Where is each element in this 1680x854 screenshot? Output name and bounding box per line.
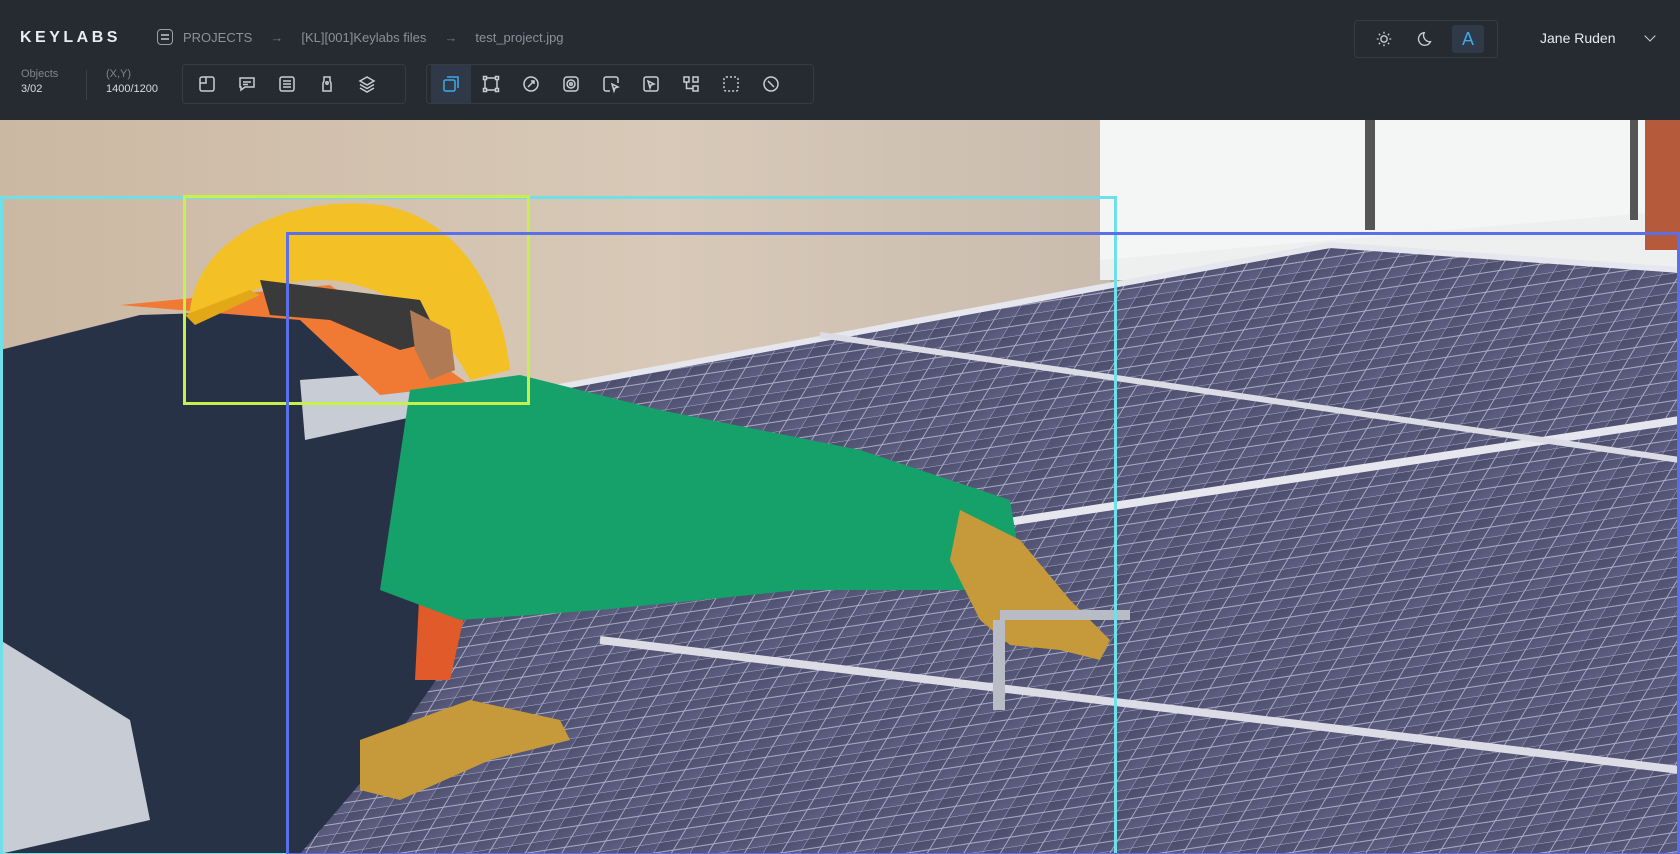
layers-tool-button[interactable] (347, 65, 387, 103)
list-tool-button[interactable] (267, 65, 307, 103)
circle-tool-icon (523, 76, 539, 92)
coords-value: 1400/1200 (106, 83, 158, 95)
frame-tool-button[interactable] (187, 65, 227, 103)
breadcrumb-folder[interactable]: [KL][001]Keylabs files (301, 30, 426, 45)
objects-value: 3/02 (21, 83, 43, 95)
top-toolbar: KEYLABS PROJECTS → [KL][001]Keylabs file… (0, 0, 1680, 120)
keypoints-tool-icon (683, 76, 699, 92)
coords-readout: (X,Y) 1400/1200 (106, 68, 158, 95)
comment-tool-icon (239, 77, 255, 92)
app-logo: KEYLABS (20, 29, 121, 46)
smart-select-tool-icon (643, 76, 659, 92)
keypoints-tool-button[interactable] (671, 65, 711, 103)
user-menu[interactable]: Jane Ruden (1540, 30, 1656, 46)
dark-theme-button[interactable] (1410, 25, 1442, 53)
circle-tool-button[interactable] (511, 65, 551, 103)
moon-icon (1417, 31, 1432, 46)
list-tool-icon (279, 76, 295, 92)
selection-tool-button[interactable] (711, 65, 751, 103)
sun-icon (1376, 31, 1392, 47)
breadcrumb-arrow-icon: → (444, 29, 458, 45)
objects-label: Objects (21, 68, 59, 80)
document-list-icon (157, 29, 173, 45)
selection-tool-icon (723, 76, 739, 92)
chevron-down-icon (1643, 30, 1656, 42)
lasso-tool-button[interactable] (591, 65, 631, 103)
objects-counter: Objects 3/02 (21, 68, 58, 95)
breadcrumb-arrow-icon: → (270, 29, 284, 45)
bounding-box-tool-button[interactable] (431, 65, 471, 103)
comment-tool-button[interactable] (227, 65, 267, 103)
theme-switch: A (1354, 20, 1498, 58)
lasso-tool-icon (603, 76, 620, 94)
disable-tool-button[interactable] (751, 65, 791, 103)
smart-select-tool-button[interactable] (631, 65, 671, 103)
annotation-tools-group (426, 64, 814, 104)
polygon-tool-icon (482, 75, 500, 93)
divider (86, 70, 87, 100)
target-tool-button[interactable] (551, 65, 591, 103)
target-tool-icon (563, 76, 579, 92)
tag-tool-button[interactable] (307, 65, 347, 103)
polygon-tool-button[interactable] (471, 65, 511, 103)
view-tools-group (182, 64, 406, 104)
frame-tool-icon (199, 76, 215, 92)
light-theme-button[interactable] (1368, 25, 1400, 53)
annotation-solar-panel[interactable] (286, 232, 1680, 854)
user-name: Jane Ruden (1540, 30, 1616, 46)
bounding-box-tool-icon (443, 76, 459, 92)
breadcrumb: PROJECTS → [KL][001]Keylabs files → test… (157, 29, 564, 45)
breadcrumb-file: test_project.jpg (475, 29, 564, 45)
coords-label: (X,Y) (106, 68, 132, 80)
auto-icon: A (1461, 28, 1474, 49)
tag-tool-icon (322, 76, 332, 92)
annotation-canvas[interactable] (0, 120, 1680, 854)
layers-tool-icon (358, 76, 376, 93)
auto-theme-button[interactable]: A (1452, 25, 1484, 53)
disable-tool-icon (763, 76, 779, 92)
breadcrumb-projects[interactable]: PROJECTS (183, 30, 252, 45)
